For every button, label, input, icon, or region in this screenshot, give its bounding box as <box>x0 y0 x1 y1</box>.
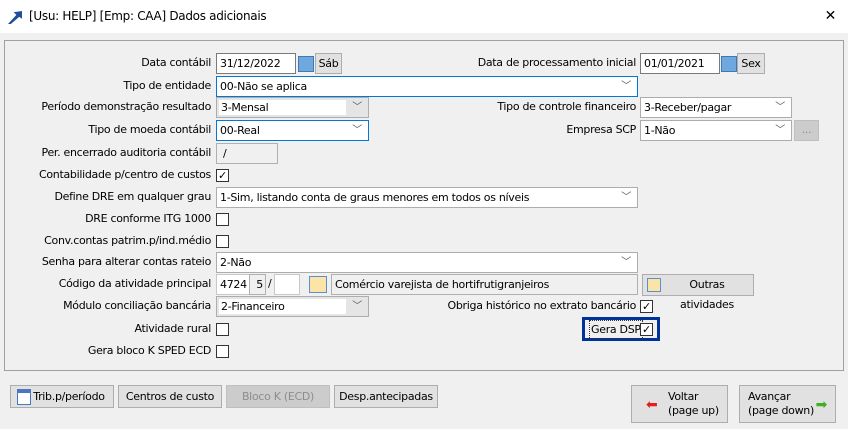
gera-bloco-k-checkbox[interactable] <box>216 345 229 358</box>
atividade-sub-input[interactable]: 5 <box>249 274 266 295</box>
calendar-icon <box>17 389 31 405</box>
tipo-entidade-label: Tipo de entidade <box>123 79 211 92</box>
gera-dsp-label: Gera DSP <box>589 320 643 340</box>
define-dre-label: Define DRE em qualquer grau <box>54 190 211 203</box>
obriga-hist-checkbox[interactable]: ✓ <box>640 300 653 313</box>
voltar-label: Voltar <box>668 390 699 403</box>
empresa-scp-lookup-button[interactable]: ... <box>794 120 819 141</box>
arrow-left-icon: ⬅ <box>646 397 658 413</box>
atividade-rural-checkbox[interactable] <box>216 323 229 336</box>
periodo-label: Período demonstração resultado <box>41 100 211 113</box>
empresa-scp-label: Empresa SCP <box>566 123 636 136</box>
data-contabil-label: Data contábil <box>141 56 211 69</box>
data-proc-day: Sex <box>737 53 765 74</box>
conv-contas-checkbox[interactable] <box>216 235 229 248</box>
conv-contas-label: Conv.contas patrim.p/ind.médio <box>44 234 211 247</box>
calendar-icon[interactable] <box>721 56 737 72</box>
contab-centro-checkbox[interactable]: ✓ <box>216 169 229 182</box>
chevron-down-icon: ﹀ <box>621 257 631 268</box>
trib-periodo-label: Trib.p/período <box>33 390 105 403</box>
data-proc-label: Data de processamento inicial <box>477 56 637 69</box>
atividade-extra-input[interactable] <box>274 274 300 295</box>
chevron-down-icon: ﹀ <box>775 125 785 136</box>
bloco-k-button[interactable]: Bloco K (ECD) <box>226 385 330 408</box>
tipo-controle-label: Tipo de controle financeiro <box>497 100 636 113</box>
chevron-down-icon: ﹀ <box>621 81 631 92</box>
obriga-hist-label: Obriga histórico no extrato bancário <box>447 299 637 312</box>
voltar-sublabel: (page up) <box>668 404 719 417</box>
tipo-controle-value: 3-Receber/pagar <box>644 101 732 114</box>
empresa-scp-select[interactable]: 1-Não ﹀ <box>640 120 792 141</box>
atividade-code-input[interactable]: 4724 <box>216 274 250 295</box>
codigo-atividade-label: Código da atividade principal <box>58 277 212 290</box>
app-logo-icon <box>8 11 22 24</box>
tipo-entidade-value: 00-Não se aplica <box>220 80 307 93</box>
avancar-button[interactable]: ➡ Avançar (page down) <box>739 385 836 423</box>
desp-antecipadas-button[interactable]: Desp.antecipadas <box>334 385 438 408</box>
senha-rateio-select[interactable]: 2-Não ﹀ <box>216 252 638 273</box>
tipo-controle-select[interactable]: 3-Receber/pagar ﹀ <box>640 97 792 118</box>
tipo-moeda-label: Tipo de moeda contábil <box>88 123 211 136</box>
atividade-rural-label: Atividade rural <box>134 322 211 335</box>
gera-dsp-checkbox[interactable]: ✓ <box>640 323 653 336</box>
empresa-scp-value: 1-Não <box>644 124 676 137</box>
close-button[interactable]: ✕ <box>825 8 837 24</box>
centros-custo-button[interactable]: Centros de custo <box>118 385 222 408</box>
senha-rateio-label: Senha para alterar contas rateio <box>41 255 211 268</box>
dre-itg-checkbox[interactable] <box>216 213 229 226</box>
chevron-down-icon: ﹀ <box>621 192 631 203</box>
gera-bloco-k-label: Gera bloco K SPED ECD <box>87 344 211 357</box>
define-dre-value: 1-Sim, listando conta de graus menores e… <box>220 191 530 204</box>
modulo-conc-label: Módulo conciliação bancária <box>63 299 211 312</box>
per-encerrado-input[interactable]: / <box>216 143 278 164</box>
atividade-separator: / <box>268 277 272 290</box>
voltar-button[interactable]: ⬅ Voltar (page up) <box>631 385 728 423</box>
define-dre-select[interactable]: 1-Sim, listando conta de graus menores e… <box>216 187 638 208</box>
window-title: [Usu: HELP] [Emp: CAA] Dados adicionais <box>29 9 267 23</box>
tipo-entidade-select[interactable]: 00-Não se aplica ﹀ <box>216 76 638 97</box>
atividade-description: Comércio varejista de hortifrutigranjeir… <box>331 274 638 295</box>
dre-itg-label: DRE conforme ITG 1000 <box>85 212 211 225</box>
search-hand-icon[interactable] <box>309 276 327 293</box>
data-proc-input[interactable]: 01/01/2021 <box>640 53 720 74</box>
title-bar: [Usu: HELP] [Emp: CAA] Dados adicionais … <box>0 0 848 33</box>
contab-centro-label: Contabilidade p/centro de custos <box>38 168 211 181</box>
add-activity-icon <box>647 278 661 292</box>
per-encerrado-label: Per. encerrado auditoria contábil <box>41 146 212 159</box>
arrow-right-icon: ➡ <box>815 397 828 413</box>
chevron-down-icon: ﹀ <box>775 102 785 113</box>
outras-atividades-label: Outras atividades <box>680 278 734 311</box>
outras-atividades-button[interactable]: Outras atividades <box>642 274 754 311</box>
trib-periodo-button[interactable]: Trib.p/período <box>10 385 114 408</box>
senha-rateio-value: 2-Não <box>220 256 252 269</box>
